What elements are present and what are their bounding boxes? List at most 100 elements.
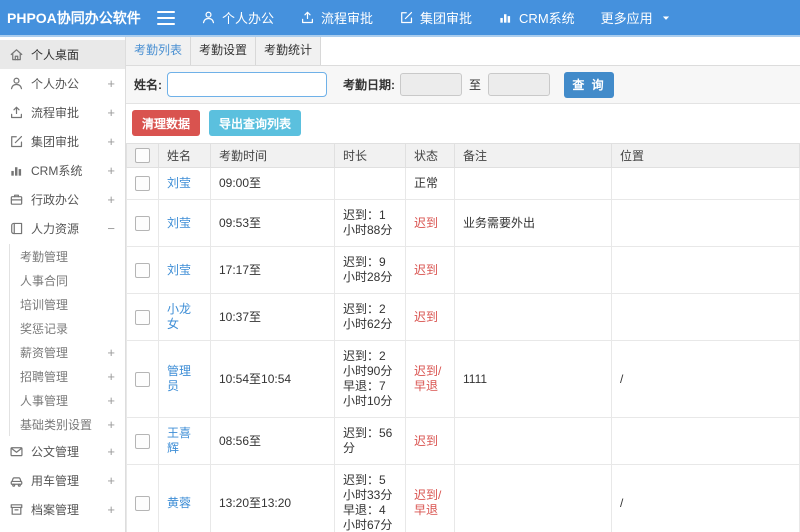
row-checkbox[interactable] xyxy=(135,176,150,192)
sidebar-sub-salary[interactable]: 薪资管理 + xyxy=(20,340,125,364)
nav-item-group-approval[interactable]: 集团审批 xyxy=(399,8,472,27)
user-icon xyxy=(9,76,24,91)
expand-icon[interactable]: + xyxy=(107,393,115,408)
sidebar-sub-base-category[interactable]: 基础类别设置 + xyxy=(20,412,125,436)
nav-item-crm[interactable]: CRM系统 xyxy=(498,8,575,27)
app-window: PHPOA协同办公软件 个人办公 流程审批 集团审批 CRM系统 更多应用 个人桌面 个人… xyxy=(0,0,800,532)
column-header: 时长 xyxy=(334,143,406,168)
sidebar-item-desktop[interactable]: 个人桌面 xyxy=(0,40,125,69)
archive-icon xyxy=(9,502,24,517)
query-button[interactable]: 查 询 xyxy=(564,71,615,98)
cell-remark xyxy=(454,464,612,532)
clear-data-button[interactable]: 清理数据 xyxy=(132,110,201,136)
sidebar-sub-label: 人事管理 xyxy=(20,393,69,408)
tab-attendance-stats[interactable]: 考勤统计 xyxy=(256,37,322,65)
sidebar-sub-label: 人事合同 xyxy=(20,273,69,288)
sidebar-item-label: 公文管理 xyxy=(31,445,80,459)
table-header-row: 姓名 考勤时间 时长 状态 备注 位置 xyxy=(126,143,800,168)
tab-attendance-list[interactable]: 考勤列表 xyxy=(126,37,192,65)
export-list-button[interactable]: 导出查询列表 xyxy=(209,110,302,136)
row-checkbox[interactable] xyxy=(135,433,150,449)
briefcase-icon xyxy=(9,192,24,207)
nav-item-workflow-approval[interactable]: 流程审批 xyxy=(300,8,373,27)
expand-icon[interactable]: + xyxy=(107,502,115,517)
tab-attendance-setup[interactable]: 考勤设置 xyxy=(191,37,257,65)
select-all-checkbox[interactable] xyxy=(135,148,150,164)
sidebar-sub-recruitment[interactable]: 招聘管理 + xyxy=(20,364,125,388)
header-checkbox-cell xyxy=(126,143,159,168)
sidebar-item-label: 用车管理 xyxy=(31,474,80,488)
expand-icon[interactable]: + xyxy=(107,417,115,432)
row-checkbox[interactable] xyxy=(135,309,150,325)
date-from-input[interactable] xyxy=(400,73,462,96)
sidebar-item-archive[interactable]: 档案管理 + xyxy=(0,495,125,524)
employee-name-link[interactable]: 刘莹 xyxy=(167,216,191,230)
expand-icon[interactable]: + xyxy=(107,473,115,488)
name-input[interactable] xyxy=(167,72,327,97)
sidebar-item-documents[interactable]: 公文管理 + xyxy=(0,437,125,466)
row-checkbox[interactable] xyxy=(135,262,150,278)
sidebar-item-label: 个人办公 xyxy=(31,77,80,91)
sidebar-item-workflow-approval[interactable]: 流程审批 + xyxy=(0,98,125,127)
app-logo[interactable]: PHPOA协同办公软件 xyxy=(0,8,157,28)
expand-icon[interactable]: + xyxy=(107,163,115,178)
edit-icon xyxy=(399,10,414,25)
cell-remark: 1111 xyxy=(454,340,612,418)
expand-icon[interactable]: + xyxy=(107,76,115,91)
nav-item-label: 个人办公 xyxy=(222,11,275,26)
expand-icon[interactable]: + xyxy=(107,105,115,120)
expand-icon[interactable]: + xyxy=(107,444,115,459)
cell-location xyxy=(611,199,800,247)
expand-icon[interactable]: + xyxy=(107,369,115,384)
sidebar-item-vehicle[interactable]: 用车管理 + xyxy=(0,466,125,495)
employee-name-link[interactable]: 刘莹 xyxy=(167,263,191,277)
sidebar-item-hr[interactable]: 人力资源 − xyxy=(0,214,125,243)
employee-name-link[interactable]: 黄蓉 xyxy=(167,496,191,510)
cell-duration: 迟到：2小时90分 早退：7小时10分 xyxy=(334,340,406,418)
cell-name: 小龙女 xyxy=(158,293,211,341)
status-badge: 迟到/早退 xyxy=(414,364,442,393)
status-badge: 迟到 xyxy=(414,262,439,277)
sidebar-sub-rewards[interactable]: 奖惩记录 xyxy=(20,316,125,340)
cell-name: 王喜辉 xyxy=(158,417,211,465)
cell-remark xyxy=(454,167,612,200)
cell-remark xyxy=(454,417,612,465)
employee-name-link[interactable]: 小龙女 xyxy=(167,302,191,331)
cell-time: 10:37至 xyxy=(210,293,335,341)
sidebar-sub-training[interactable]: 培训管理 xyxy=(20,292,125,316)
nav-item-more-apps[interactable]: 更多应用 xyxy=(601,8,671,27)
row-checkbox[interactable] xyxy=(135,495,150,511)
cell-checkbox xyxy=(126,464,159,532)
expand-icon[interactable]: + xyxy=(107,192,115,207)
sidebar-item-project[interactable]: 项目管理+ xyxy=(0,524,125,532)
date-to-input[interactable] xyxy=(488,73,551,96)
sidebar-sub-attendance[interactable]: 考勤管理 xyxy=(20,244,125,268)
sidebar-item-group-approval[interactable]: 集团审批 + xyxy=(0,127,125,156)
cell-location xyxy=(611,417,800,465)
search-form: 姓名: 考勤日期: 至 查 询 xyxy=(126,66,800,104)
cell-time: 13:20至13:20 xyxy=(210,464,335,532)
sidebar-sub-hr-contract[interactable]: 人事合同 xyxy=(20,268,125,292)
sidebar-item-personal-office[interactable]: 个人办公 + xyxy=(0,69,125,98)
sidebar-sub-personnel[interactable]: 人事管理 + xyxy=(20,388,125,412)
expand-icon[interactable]: + xyxy=(107,345,115,360)
row-checkbox[interactable] xyxy=(135,371,150,387)
top-navbar: PHPOA协同办公软件 个人办公 流程审批 集团审批 CRM系统 更多应用 xyxy=(0,0,800,37)
sidebar-item-admin-office[interactable]: 行政办公 + xyxy=(0,185,125,214)
sidebar-sub-label: 考勤管理 xyxy=(20,249,69,264)
employee-name-link[interactable]: 王喜辉 xyxy=(167,426,191,455)
cell-status: 迟到 xyxy=(405,293,455,341)
nav-item-personal-office[interactable]: 个人办公 xyxy=(201,8,274,27)
cell-location xyxy=(611,167,800,200)
expand-icon[interactable]: + xyxy=(107,134,115,149)
row-checkbox[interactable] xyxy=(135,215,150,231)
date-to-label: 至 xyxy=(469,78,482,92)
cell-duration: 迟到：56分 xyxy=(334,417,406,465)
sidebar-item-crm[interactable]: CRM系统 + xyxy=(0,156,125,185)
menu-toggle-button[interactable] xyxy=(157,10,175,25)
employee-name-link[interactable]: 刘莹 xyxy=(167,176,191,190)
tab-bar: 考勤列表 考勤设置 考勤统计 xyxy=(126,37,800,66)
employee-name-link[interactable]: 管理员 xyxy=(167,364,191,393)
sidebar-sub-label: 招聘管理 xyxy=(20,369,69,384)
collapse-icon[interactable]: − xyxy=(107,221,115,236)
